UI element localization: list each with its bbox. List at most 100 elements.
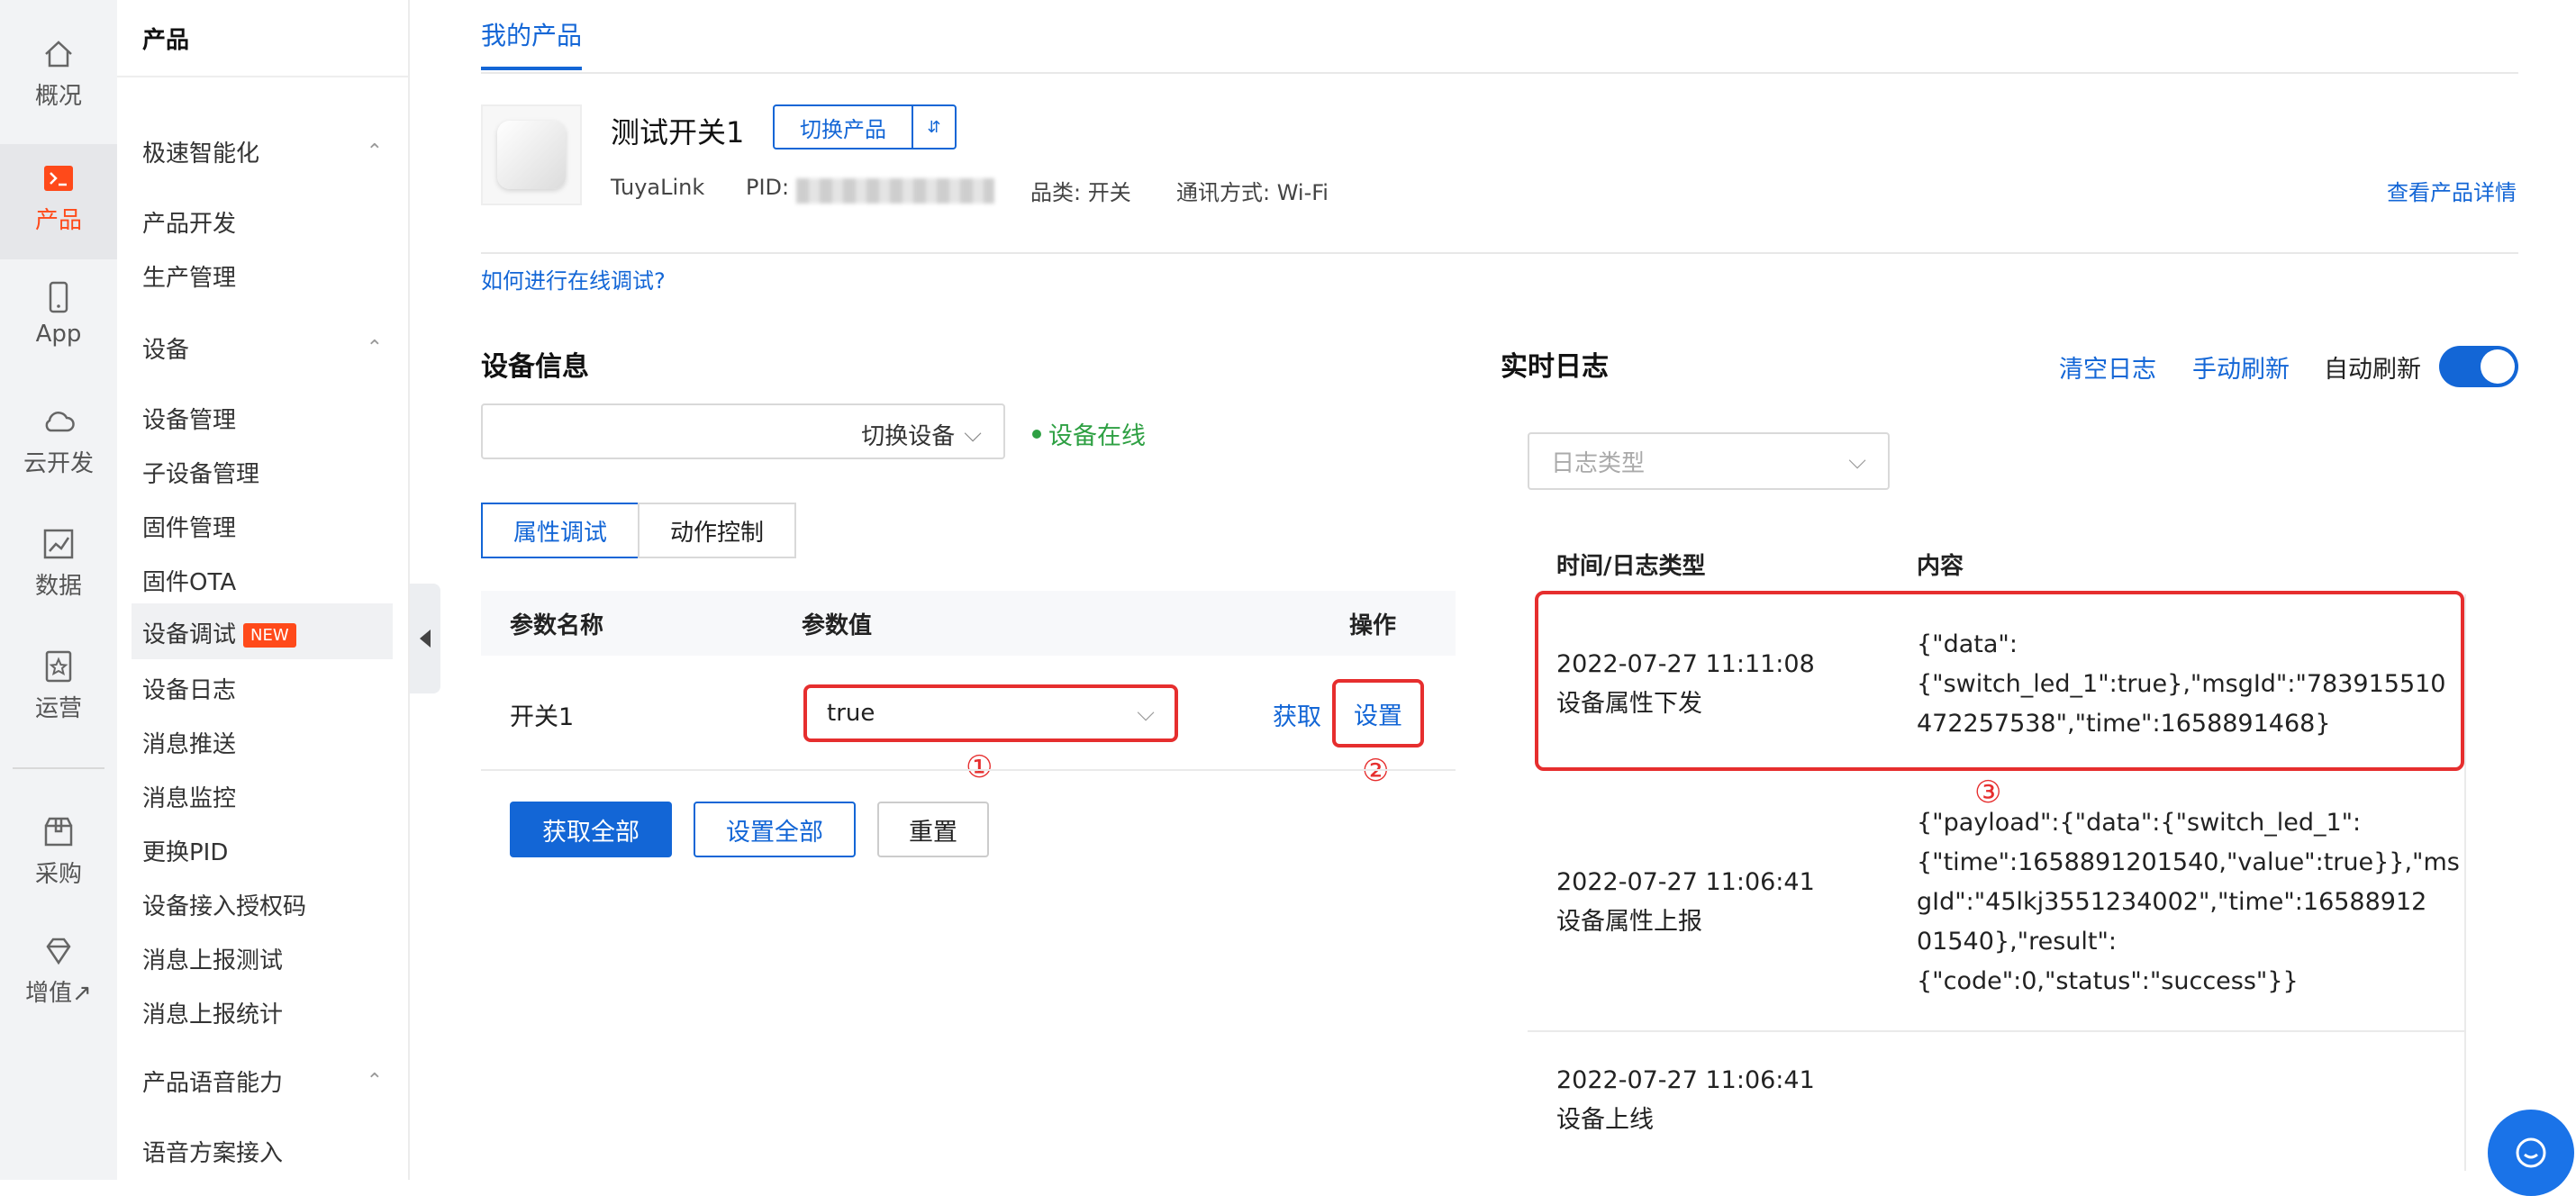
rail-item-value-added[interactable]: 增值↗ — [0, 933, 117, 1014]
get-all-button[interactable]: 获取全部 — [510, 802, 672, 857]
log-content-line: {"data": — [1917, 630, 2018, 658]
log-time: 2022-07-27 11:06:41 — [1556, 1066, 1815, 1094]
menu-section-label: 设备 — [142, 337, 190, 364]
pid-label: PID: — [746, 175, 790, 200]
cloud-icon — [45, 412, 75, 432]
box-icon — [44, 817, 73, 847]
menu-item-push[interactable]: 消息推送 — [142, 726, 236, 759]
param-name-cell: 开关1 — [510, 703, 575, 731]
log-row-1-content: {"data": {"switch_led_1":true},"msgId":"… — [1917, 625, 2445, 744]
switch-product-button[interactable]: 切换产品 ⇵ — [773, 104, 957, 150]
chevron-up-icon: ⌃ — [366, 337, 383, 359]
menu-item-firmware[interactable]: 固件管理 — [142, 510, 236, 543]
tab-my-products[interactable]: 我的产品 — [481, 16, 582, 52]
col-time-type: 时间/日志类型 — [1556, 553, 1706, 580]
product-protocol: TuyaLink — [611, 175, 705, 200]
rail-item-purchase[interactable]: 采购 — [0, 814, 117, 895]
reset-button[interactable]: 重置 — [877, 802, 989, 857]
home-icon — [45, 41, 72, 68]
chart-icon — [43, 529, 74, 559]
divider — [683, 405, 692, 458]
menu-item-device-mgmt[interactable]: 设备管理 — [142, 402, 236, 435]
clear-log-button[interactable]: 清空日志 — [2059, 349, 2156, 385]
rail-label: 云开发 — [23, 450, 94, 477]
menu-section-quick[interactable]: 极速智能化 ⌃ — [142, 135, 383, 168]
log-row-2-content: {"payload":{"data":{"switch_led_1": {"ti… — [1917, 803, 2460, 1001]
menu-item-report-stats[interactable]: 消息上报统计 — [142, 996, 283, 1029]
auto-refresh-toggle[interactable] — [2439, 346, 2518, 387]
chevron-down-icon: ⌵ — [1848, 447, 1866, 475]
rail-label: 增值↗ — [25, 980, 92, 1007]
log-type: 设备属性下发 — [1556, 690, 1702, 718]
rail-item-cloud[interactable]: 云开发 — [0, 403, 117, 485]
manual-refresh-button[interactable]: 手动刷新 — [2192, 349, 2290, 385]
col-param-name: 参数名称 — [510, 612, 604, 639]
rail-item-operation[interactable]: 运营 — [0, 648, 117, 729]
marker-2: ② — [1362, 753, 1390, 789]
menu-item-product-dev[interactable]: 产品开发 — [142, 205, 236, 239]
log-time: 2022-07-27 11:11:08 — [1556, 650, 1815, 678]
rail-item-app[interactable]: App — [0, 279, 117, 360]
tab-action-control[interactable]: 动作控制 — [638, 503, 796, 558]
product-detail-link[interactable]: 查看产品详情 — [2387, 175, 2517, 206]
caret-left-icon — [420, 630, 431, 648]
log-content-line: 472257538","time":1658891468} — [1917, 710, 2331, 738]
log-type: 设备属性上报 — [1556, 908, 1702, 936]
device-status-text: 设备在线 — [1048, 422, 1146, 450]
param-value-select[interactable]: true ⌵ — [803, 684, 1178, 742]
log-type-placeholder: 日志类型 — [1551, 449, 1646, 477]
chat-support-button[interactable] — [2488, 1110, 2574, 1196]
product-comm: 通讯方式: Wi-Fi — [1176, 180, 1329, 205]
menu-item-ota[interactable]: 固件OTA — [142, 564, 236, 597]
product-category: 品类: 开关 — [1030, 180, 1131, 205]
menu-item-production[interactable]: 生产管理 — [142, 259, 236, 293]
divider — [117, 76, 408, 77]
terminal-icon — [44, 166, 73, 191]
auto-refresh-label: 自动刷新 — [2324, 356, 2421, 384]
menu-item-change-pid[interactable]: 更换PID — [142, 834, 228, 867]
menu-item-subdevice[interactable]: 子设备管理 — [142, 456, 259, 489]
rail-label: 数据 — [34, 573, 82, 600]
rail-item-data[interactable]: 数据 — [0, 526, 117, 607]
switch-device-label: 切换设备 — [861, 423, 956, 450]
log-title: 实时日志 — [1501, 351, 1609, 383]
device-select[interactable]: 切换设备 ⌵ — [481, 403, 1005, 459]
switch-product-label: 切换产品 — [775, 106, 913, 148]
log-type-select[interactable]: 日志类型 ⌵ — [1528, 432, 1890, 490]
switch-device-control[interactable]: 切换设备 ⌵ — [861, 418, 982, 451]
log-content-line: 01540},"result": — [1917, 928, 2117, 956]
online-dot-icon — [1032, 429, 1041, 439]
help-link[interactable]: 如何进行在线调试? — [481, 263, 666, 294]
menu-section-device[interactable]: 设备 ⌃ — [142, 331, 383, 365]
chevron-up-icon: ⌃ — [366, 140, 383, 163]
sidebar-menu: 产品 极速智能化 ⌃ 产品开发 生产管理 设备 ⌃ 设备管理 子设备管理 固件管… — [117, 0, 410, 1180]
tab-property-debug[interactable]: 属性调试 — [481, 503, 639, 558]
col-param-value: 参数值 — [802, 612, 873, 639]
set-button[interactable]: 设置 — [1332, 679, 1424, 748]
phone-icon — [49, 281, 68, 313]
chevron-down-icon: ⌵ — [1137, 699, 1155, 727]
log-content-line: gId":"45lkj3551234002","time":16588912 — [1917, 888, 2427, 916]
up-down-icon: ⇵ — [927, 117, 941, 137]
product-name: 测试开关1 — [611, 115, 745, 150]
tab-divider — [481, 72, 2518, 74]
rail-item-overview[interactable]: 概况 — [0, 36, 117, 117]
toggle-knob — [2481, 349, 2515, 384]
nav-rail: 概况 产品 App 云开发 数据 运营 采购 增值↗ — [0, 0, 117, 1180]
set-all-button[interactable]: 设置全部 — [694, 802, 856, 857]
menu-item-device-log[interactable]: 设备日志 — [142, 672, 236, 705]
menu-item-voice-access[interactable]: 语音方案接入 — [142, 1135, 283, 1168]
log-content-line: {"payload":{"data":{"switch_led_1": — [1917, 809, 2362, 837]
menu-item-device-debug[interactable]: 设备调试 NEW — [142, 616, 296, 649]
device-status: 设备在线 — [1032, 416, 1146, 451]
menu-item-auth-code[interactable]: 设备接入授权码 — [142, 888, 306, 921]
menu-item-report-test[interactable]: 消息上报测试 — [142, 942, 283, 975]
menu-section-voice[interactable]: 产品语音能力 ⌃ — [142, 1065, 383, 1098]
chevron-down-icon: ⌵ — [964, 421, 982, 448]
rail-item-product[interactable]: 产品 — [0, 144, 117, 259]
menu-item-monitor[interactable]: 消息监控 — [142, 780, 236, 813]
col-operation: 操作 — [1349, 612, 1397, 639]
tab-active-underline — [481, 67, 582, 70]
get-button[interactable]: 获取 — [1273, 697, 1321, 732]
collapse-sidebar-button[interactable] — [410, 584, 440, 693]
